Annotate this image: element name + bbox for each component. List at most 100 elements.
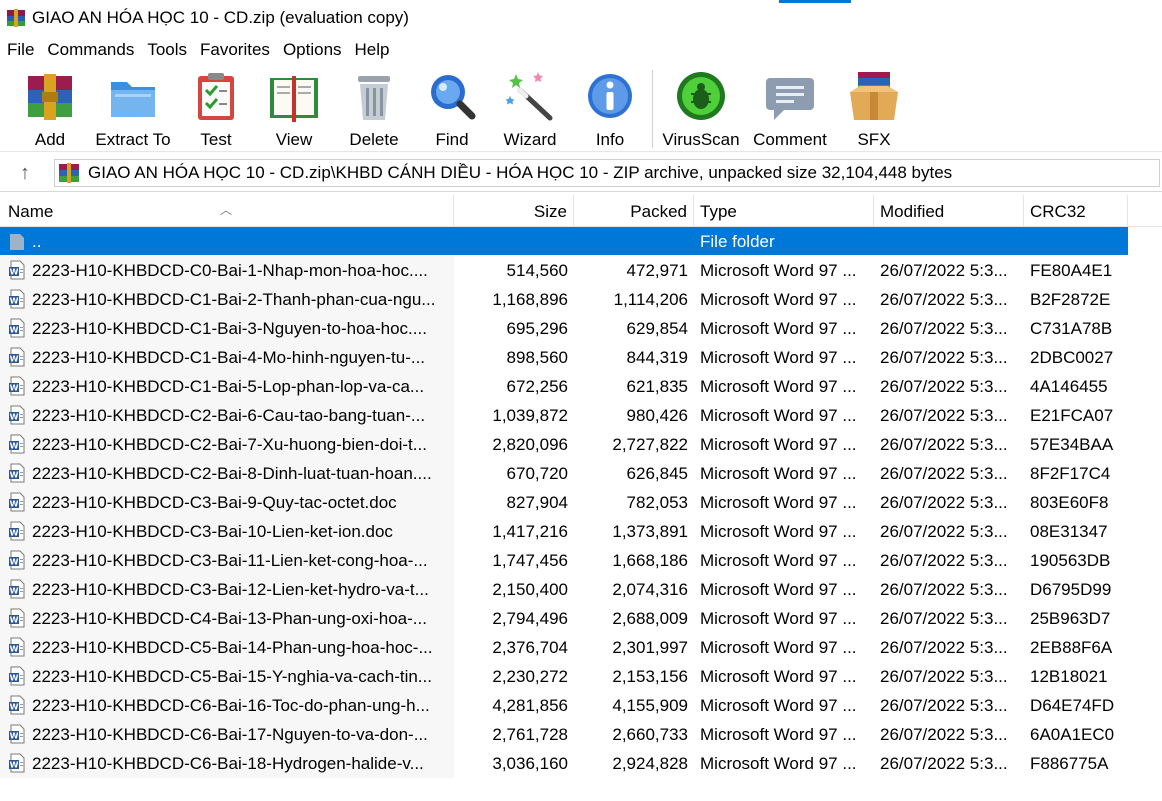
book-icon — [270, 76, 318, 122]
file-size: 898,560 — [506, 348, 568, 367]
svg-text:W: W — [10, 529, 19, 538]
comment-button[interactable]: Comment — [750, 68, 830, 150]
file-row[interactable]: W 2223-H10-KHBDCD-C6-Bai-16-Toc-do-phan-u… — [0, 691, 1162, 720]
view-button[interactable]: View — [264, 68, 324, 150]
add-button[interactable]: Add — [22, 68, 78, 150]
file-row[interactable]: W 2223-H10-KHBDCD-C1-Bai-5-Lop-phan-lop-v… — [0, 372, 1162, 401]
file-row[interactable]: W 2223-H10-KHBDCD-C2-Bai-8-Dinh-luat-tuan… — [0, 459, 1162, 488]
folder-icon — [111, 82, 155, 117]
menu-options[interactable]: Options — [276, 40, 348, 60]
file-crc32: 6A0A1EC0 — [1030, 725, 1115, 744]
extract-to-button[interactable]: Extract To — [95, 68, 171, 150]
file-rows: .. File folder W 2223-H10-KHBDCD-C0-Bai-1… — [0, 227, 1162, 778]
file-type: Microsoft Word 97 ... — [700, 377, 857, 396]
file-row[interactable]: W 2223-H10-KHBDCD-C3-Bai-9-Quy-tac-octet.… — [0, 488, 1162, 517]
file-row[interactable]: W 2223-H10-KHBDCD-C3-Bai-11-Lien-ket-cong… — [0, 546, 1162, 575]
svg-text:W: W — [10, 413, 19, 422]
file-name: 2223-H10-KHBDCD-C6-Bai-16-Toc-do-phan-un… — [32, 696, 430, 715]
delete-button[interactable]: Delete — [344, 68, 404, 150]
file-modified: 26/07/2022 5:3... — [880, 261, 1008, 280]
file-row[interactable]: W 2223-H10-KHBDCD-C1-Bai-4-Mo-hinh-nguyen… — [0, 343, 1162, 372]
find-button[interactable]: Find — [424, 68, 480, 150]
file-size: 1,168,896 — [492, 290, 568, 309]
word-document-icon: W — [9, 405, 25, 425]
file-type: Microsoft Word 97 ... — [700, 580, 857, 599]
file-row[interactable]: W 2223-H10-KHBDCD-C6-Bai-17-Nguyen-to-va-… — [0, 720, 1162, 749]
file-crc32: 2EB88F6A — [1030, 638, 1113, 657]
parent-folder-icon — [10, 234, 24, 250]
file-modified: 26/07/2022 5:3... — [880, 754, 1008, 773]
file-row[interactable]: W 2223-H10-KHBDCD-C5-Bai-15-Y-nghia-va-ca… — [0, 662, 1162, 691]
file-type: Microsoft Word 97 ... — [700, 696, 857, 715]
sfx-label: SFX — [857, 130, 891, 149]
column-packed[interactable]: Packed — [574, 195, 694, 227]
file-crc32: FE80A4E1 — [1030, 261, 1113, 280]
file-name: 2223-H10-KHBDCD-C3-Bai-9-Quy-tac-octet.d… — [32, 493, 397, 512]
menu-favorites[interactable]: Favorites — [193, 40, 276, 60]
column-size[interactable]: Size — [454, 195, 574, 227]
file-name: 2223-H10-KHBDCD-C1-Bai-3-Nguyen-to-hoa-h… — [32, 319, 427, 338]
column-crc32[interactable]: CRC32 — [1024, 195, 1128, 227]
column-modified[interactable]: Modified — [874, 195, 1024, 227]
word-document-icon: W — [9, 666, 25, 686]
svg-text:W: W — [10, 703, 19, 712]
file-name: 2223-H10-KHBDCD-C2-Bai-8-Dinh-luat-tuan-… — [32, 464, 432, 483]
file-modified: 26/07/2022 5:3... — [880, 609, 1008, 628]
file-row[interactable]: W 2223-H10-KHBDCD-C4-Bai-13-Phan-ung-oxi-… — [0, 604, 1162, 633]
menu-tools[interactable]: Tools — [140, 40, 193, 60]
file-row[interactable]: W 2223-H10-KHBDCD-C3-Bai-12-Lien-ket-hydr… — [0, 575, 1162, 604]
word-document-icon: W — [9, 376, 25, 396]
test-button[interactable]: Test — [188, 68, 244, 150]
column-type[interactable]: Type — [694, 195, 874, 227]
file-crc32: 08E31347 — [1030, 522, 1108, 541]
file-packed-size: 2,153,156 — [612, 667, 688, 686]
wizard-button[interactable]: Wizard — [500, 68, 560, 150]
file-type: Microsoft Word 97 ... — [700, 435, 857, 454]
column-name[interactable]: Name ︿ — [0, 195, 454, 227]
file-size: 1,747,456 — [492, 551, 568, 570]
menu-file[interactable]: File — [0, 40, 40, 60]
word-document-icon: W — [9, 318, 25, 338]
file-type: Microsoft Word 97 ... — [700, 638, 857, 657]
svg-text:W: W — [10, 268, 19, 277]
file-row[interactable]: W 2223-H10-KHBDCD-C2-Bai-7-Xu-huong-bien-… — [0, 430, 1162, 459]
file-row[interactable]: W 2223-H10-KHBDCD-C1-Bai-2-Thanh-phan-cua… — [0, 285, 1162, 314]
window-accent-bar — [779, 0, 851, 3]
file-packed-size: 1,668,186 — [612, 551, 688, 570]
magnifier-icon — [431, 75, 476, 120]
svg-text:W: W — [10, 732, 19, 741]
file-row[interactable]: W 2223-H10-KHBDCD-C1-Bai-3-Nguyen-to-hoa-… — [0, 314, 1162, 343]
file-name: 2223-H10-KHBDCD-C5-Bai-15-Y-nghia-va-cac… — [32, 667, 432, 686]
menu-commands[interactable]: Commands — [40, 40, 140, 60]
file-name: 2223-H10-KHBDCD-C3-Bai-12-Lien-ket-hydro… — [32, 580, 429, 599]
virusscan-label: VirusScan — [662, 130, 740, 149]
info-button[interactable]: Info — [582, 68, 638, 150]
add-label: Add — [34, 130, 66, 149]
up-arrow-icon[interactable]: ↑ — [12, 161, 38, 185]
virus-scan-icon — [677, 72, 725, 120]
word-document-icon: W — [9, 289, 25, 309]
file-name: 2223-H10-KHBDCD-C5-Bai-14-Phan-ung-hoa-h… — [32, 638, 433, 657]
file-row[interactable]: W 2223-H10-KHBDCD-C0-Bai-1-Nhap-mon-hoa-h… — [0, 256, 1162, 285]
file-crc32: 190563DB — [1030, 551, 1111, 570]
address-path-box[interactable]: GIAO AN HÓA HỌC 10 - CD.zip\KHBD CÁNH DI… — [54, 159, 1160, 187]
file-size: 695,296 — [506, 319, 568, 338]
svg-text:W: W — [10, 761, 19, 770]
file-row[interactable]: W 2223-H10-KHBDCD-C2-Bai-6-Cau-tao-bang-t… — [0, 401, 1162, 430]
file-packed-size: 1,373,891 — [612, 522, 688, 541]
file-modified: 26/07/2022 5:3... — [880, 551, 1008, 570]
sfx-button[interactable]: SFX — [844, 68, 904, 150]
comment-label: Comment — [753, 130, 827, 149]
magic-wand-icon — [505, 72, 553, 121]
virusscan-button[interactable]: VirusScan — [662, 68, 740, 150]
file-row[interactable]: W 2223-H10-KHBDCD-C3-Bai-10-Lien-ket-ion.… — [0, 517, 1162, 546]
file-name: 2223-H10-KHBDCD-C2-Bai-6-Cau-tao-bang-tu… — [32, 406, 426, 425]
speech-bubble-icon — [766, 78, 814, 120]
file-row[interactable]: W 2223-H10-KHBDCD-C6-Bai-18-Hydrogen-hali… — [0, 749, 1162, 778]
word-document-icon: W — [9, 608, 25, 628]
trash-icon — [358, 76, 390, 120]
file-row[interactable]: W 2223-H10-KHBDCD-C5-Bai-14-Phan-ung-hoa-… — [0, 633, 1162, 662]
menu-help[interactable]: Help — [348, 40, 396, 60]
file-size: 2,761,728 — [492, 725, 568, 744]
parent-folder-row[interactable]: .. File folder — [0, 227, 1162, 256]
